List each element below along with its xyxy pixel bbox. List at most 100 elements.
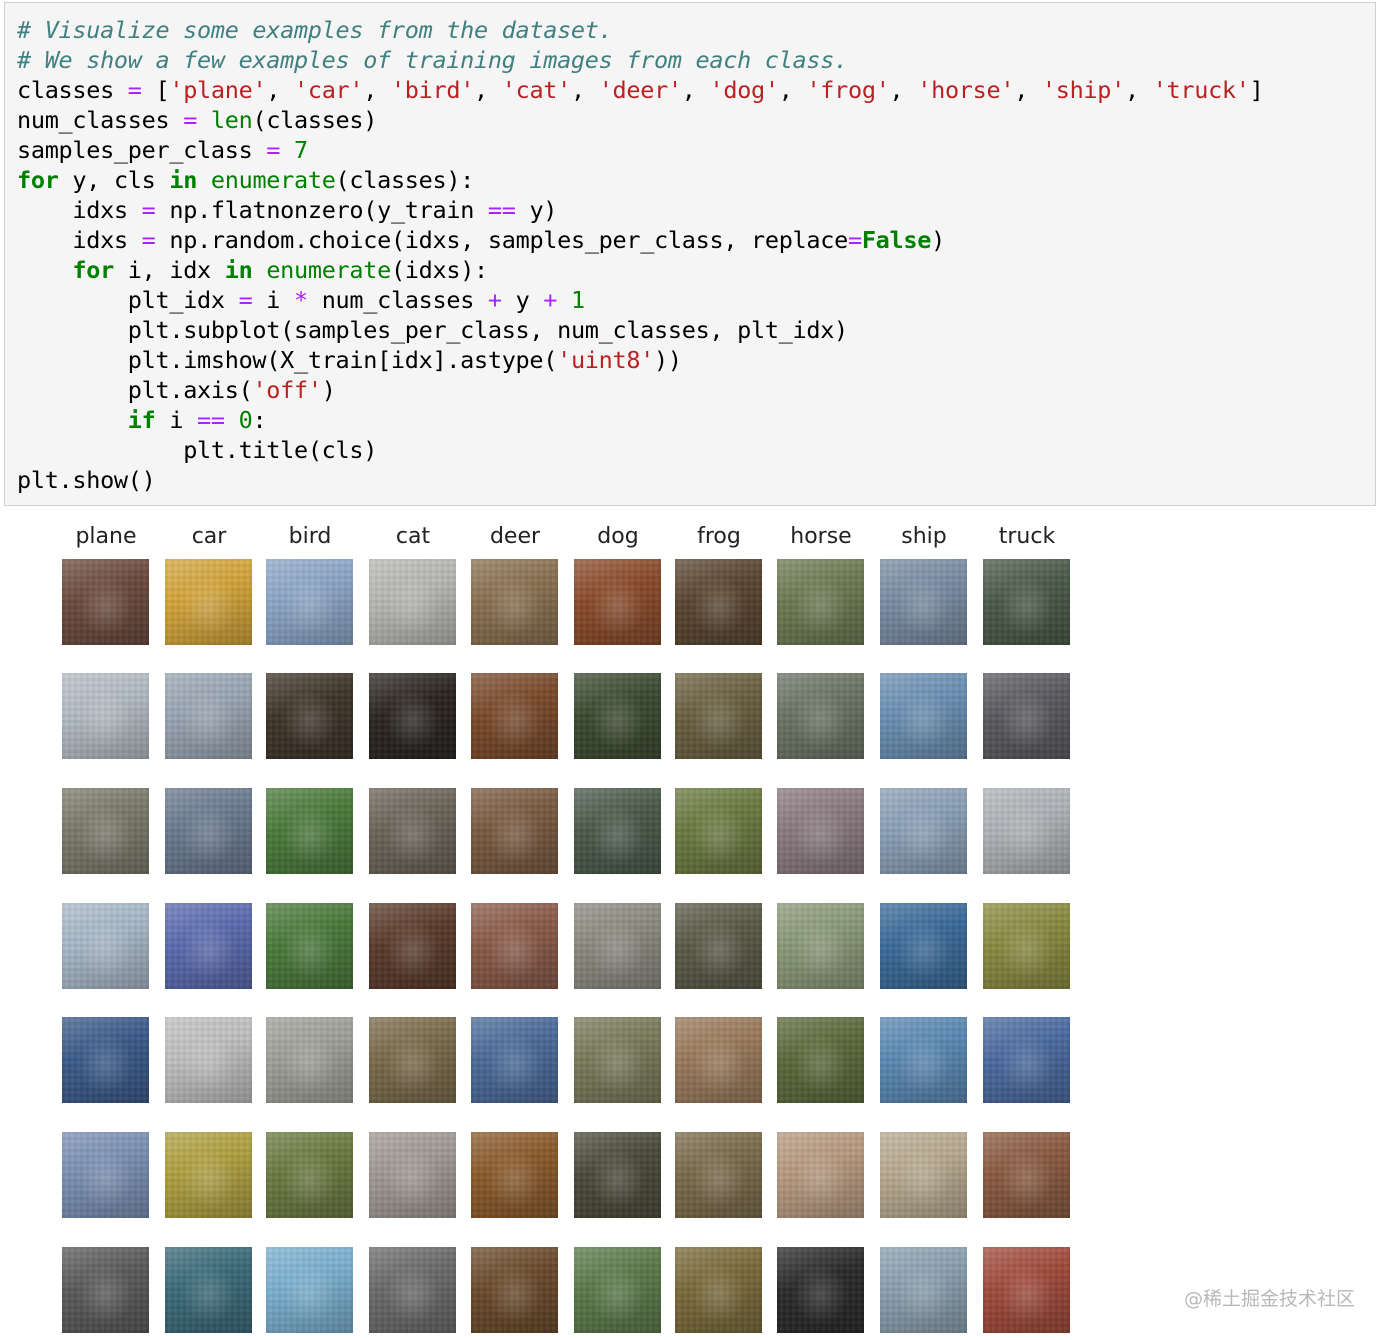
thumbnail-deer-3: [471, 788, 558, 874]
thumbnail-ship-3: [880, 788, 967, 874]
thumbnail-dog-3: [574, 788, 661, 874]
thumbnail-ship-7: [880, 1247, 967, 1333]
thumbnail-bird-7: [266, 1247, 353, 1333]
thumbnail-frog-1: [675, 559, 762, 645]
column-title-frog: frog: [697, 524, 741, 549]
thumbnail-horse-1: [777, 559, 864, 645]
code-builtin: len: [210, 106, 253, 134]
thumbnail-cat-7: [369, 1247, 456, 1333]
thumbnail-plane-3: [62, 788, 149, 874]
thumbnail-bird-1: [266, 559, 353, 645]
thumbnail-frog-6: [675, 1132, 762, 1218]
thumbnail-plane-7: [62, 1247, 149, 1333]
thumbnail-car-7: [165, 1247, 252, 1333]
column-title-horse: horse: [790, 524, 852, 549]
code-string: 'deer': [598, 76, 682, 104]
thumbnail-horse-5: [777, 1017, 864, 1103]
code-string: 'truck': [1152, 76, 1250, 104]
thumbnail-horse-2: [777, 673, 864, 759]
code-token: np.random.choice(idxs, samples_per_class…: [169, 226, 848, 254]
code-token: (classes): [252, 106, 378, 134]
code-builtin: enumerate: [266, 256, 391, 284]
code-keyword: False: [861, 226, 932, 254]
thumbnail-frog-2: [675, 673, 762, 759]
thumbnail-dog-2: [574, 673, 661, 759]
code-token: )): [654, 346, 682, 374]
watermark: @稀土掘金技术社区: [1184, 1288, 1356, 1310]
thumbnail-frog-3: [675, 788, 762, 874]
code-number: 1: [571, 286, 585, 314]
thumbnail-dog-4: [574, 903, 661, 989]
code-token: (idxs):: [390, 256, 488, 284]
code-builtin: enumerate: [210, 166, 336, 194]
code-comment: # We show a few examples of training ima…: [17, 46, 848, 74]
code-comment: # Visualize some examples from the datas…: [17, 16, 613, 44]
code-token: num_classes: [307, 286, 488, 314]
thumbnail-car-2: [165, 673, 252, 759]
thumbnail-truck-4: [983, 903, 1070, 989]
thumbnail-horse-7: [777, 1247, 864, 1333]
thumbnail-deer-1: [471, 559, 558, 645]
code-token: y: [501, 286, 544, 314]
code-token: num_classes: [17, 106, 170, 134]
code-token: i, idx: [113, 256, 225, 284]
thumbnail-frog-4: [675, 903, 762, 989]
thumbnail-truck-1: [983, 559, 1070, 645]
code-token: np.flatnonzero(y_train: [169, 196, 488, 224]
code-token: plt.imshow(X_train[idx].astype(: [127, 346, 558, 374]
code-string: 'horse': [917, 76, 1015, 104]
code-cell[interactable]: # Visualize some examples from the datas…: [4, 2, 1376, 506]
code-string: 'dog': [709, 76, 780, 104]
column-title-dog: dog: [597, 524, 639, 549]
code-string: 'cat': [501, 76, 572, 104]
thumbnail-car-6: [165, 1132, 252, 1218]
thumbnail-bird-6: [266, 1132, 353, 1218]
code-token: classes: [17, 76, 114, 104]
code-editor[interactable]: # Visualize some examples from the datas…: [5, 3, 1375, 495]
code-keyword: if: [127, 406, 156, 434]
column-title-car: car: [191, 524, 227, 549]
code-token: samples_per_class: [17, 136, 253, 164]
thumbnail-horse-6: [777, 1132, 864, 1218]
code-keyword: for: [72, 256, 114, 284]
code-operator: ==: [197, 406, 225, 434]
code-keyword: in: [224, 256, 253, 284]
thumbnail-deer-4: [471, 903, 558, 989]
code-token: plt.title(cls): [183, 436, 378, 464]
thumbnail-frog-5: [675, 1017, 762, 1103]
thumbnail-deer-2: [471, 673, 558, 759]
thumbnail-cat-4: [369, 903, 456, 989]
code-string: 'plane': [169, 76, 267, 104]
thumbnail-ship-4: [880, 903, 967, 989]
code-string: 'off': [252, 376, 322, 404]
code-string: 'uint8': [557, 346, 655, 374]
code-number: 7: [294, 136, 308, 164]
thumbnail-horse-3: [777, 788, 864, 874]
code-token: idxs: [72, 196, 128, 224]
thumbnail-plane-1: [62, 559, 149, 645]
code-string: 'car': [294, 76, 364, 104]
thumbnail-car-4: [165, 903, 252, 989]
code-token: y, cls: [58, 166, 170, 194]
column-title-deer: deer: [489, 524, 541, 549]
code-token: plt.show(): [17, 466, 156, 494]
thumbnail-bird-2: [266, 673, 353, 759]
code-token: i: [155, 406, 198, 434]
thumbnail-ship-1: [880, 559, 967, 645]
code-token: y): [515, 196, 558, 224]
code-token: ): [321, 376, 336, 404]
thumbnail-frog-7: [675, 1247, 762, 1333]
column-title-plane: plane: [75, 524, 137, 549]
code-token: plt.axis(: [127, 376, 253, 404]
thumbnail-dog-5: [574, 1017, 661, 1103]
code-number: 0: [238, 406, 253, 434]
code-token: :: [252, 406, 267, 434]
thumbnail-dog-1: [574, 559, 661, 645]
thumbnail-cat-6: [369, 1132, 456, 1218]
code-token: idxs: [72, 226, 128, 254]
code-token: (classes):: [335, 166, 475, 194]
thumbnail-truck-5: [983, 1017, 1070, 1103]
thumbnail-plane-4: [62, 903, 149, 989]
thumbnail-truck-7: [983, 1247, 1070, 1333]
code-string: 'frog': [806, 76, 890, 104]
